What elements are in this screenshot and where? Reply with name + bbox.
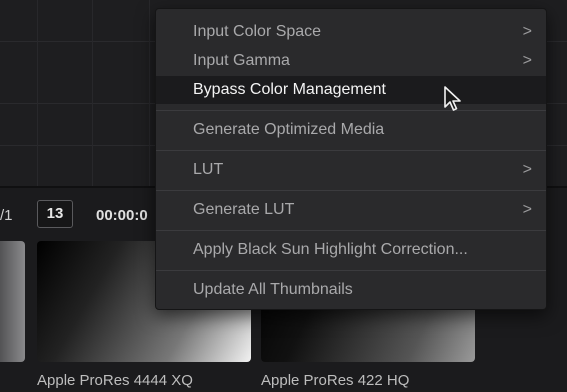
menu-separator bbox=[156, 110, 546, 111]
grid-line bbox=[92, 0, 93, 186]
menu-separator bbox=[156, 150, 546, 151]
clip-label: Apple ProRes 4444 XQ bbox=[37, 372, 193, 389]
menu-item-label: Input Color Space bbox=[193, 23, 322, 40]
context-menu: Input Color Space > Input Gamma > Bypass… bbox=[155, 8, 547, 310]
menu-item-label: LUT bbox=[193, 161, 224, 178]
chevron-right-icon: > bbox=[522, 161, 532, 178]
timecode-readout: 00:00:0 bbox=[96, 207, 148, 224]
menu-item-label: Update All Thumbnails bbox=[193, 281, 353, 298]
chevron-right-icon: > bbox=[522, 201, 532, 218]
clip-thumbnail-partial[interactable] bbox=[0, 241, 25, 362]
menu-item-input-color-space[interactable]: Input Color Space > bbox=[156, 18, 546, 46]
menu-separator bbox=[156, 270, 546, 271]
menu-item-lut[interactable]: LUT > bbox=[156, 156, 546, 184]
clip-label: Apple ProRes 422 HQ bbox=[261, 372, 410, 389]
menu-item-input-gamma[interactable]: Input Gamma > bbox=[156, 47, 546, 75]
menu-item-label: Generate Optimized Media bbox=[193, 121, 385, 138]
menu-separator bbox=[156, 190, 546, 191]
menu-item-label: Input Gamma bbox=[193, 52, 290, 69]
menu-separator bbox=[156, 230, 546, 231]
page-number-field[interactable]: 13 bbox=[37, 200, 73, 228]
menu-item-generate-lut[interactable]: Generate LUT > bbox=[156, 196, 546, 224]
menu-item-update-all-thumbnails[interactable]: Update All Thumbnails bbox=[156, 276, 546, 304]
chevron-right-icon: > bbox=[522, 23, 532, 40]
mouse-pointer-icon bbox=[444, 86, 461, 111]
menu-item-label: Apply Black Sun Highlight Correction... bbox=[193, 241, 468, 258]
menu-item-generate-optimized-media[interactable]: Generate Optimized Media bbox=[156, 116, 546, 144]
menu-item-apply-black-sun-highlight-correction[interactable]: Apply Black Sun Highlight Correction... bbox=[156, 236, 546, 264]
menu-item-bypass-color-management[interactable]: Bypass Color Management bbox=[156, 76, 546, 104]
grid-line bbox=[37, 0, 38, 186]
resolve-media-page: /1 13 00:00:0 Apple ProRes 4444 XQ Apple… bbox=[0, 0, 567, 392]
page-counter: /1 bbox=[0, 207, 13, 224]
menu-item-label: Bypass Color Management bbox=[193, 81, 386, 98]
grid-line bbox=[149, 0, 150, 186]
chevron-right-icon: > bbox=[522, 52, 532, 69]
menu-item-label: Generate LUT bbox=[193, 201, 295, 218]
